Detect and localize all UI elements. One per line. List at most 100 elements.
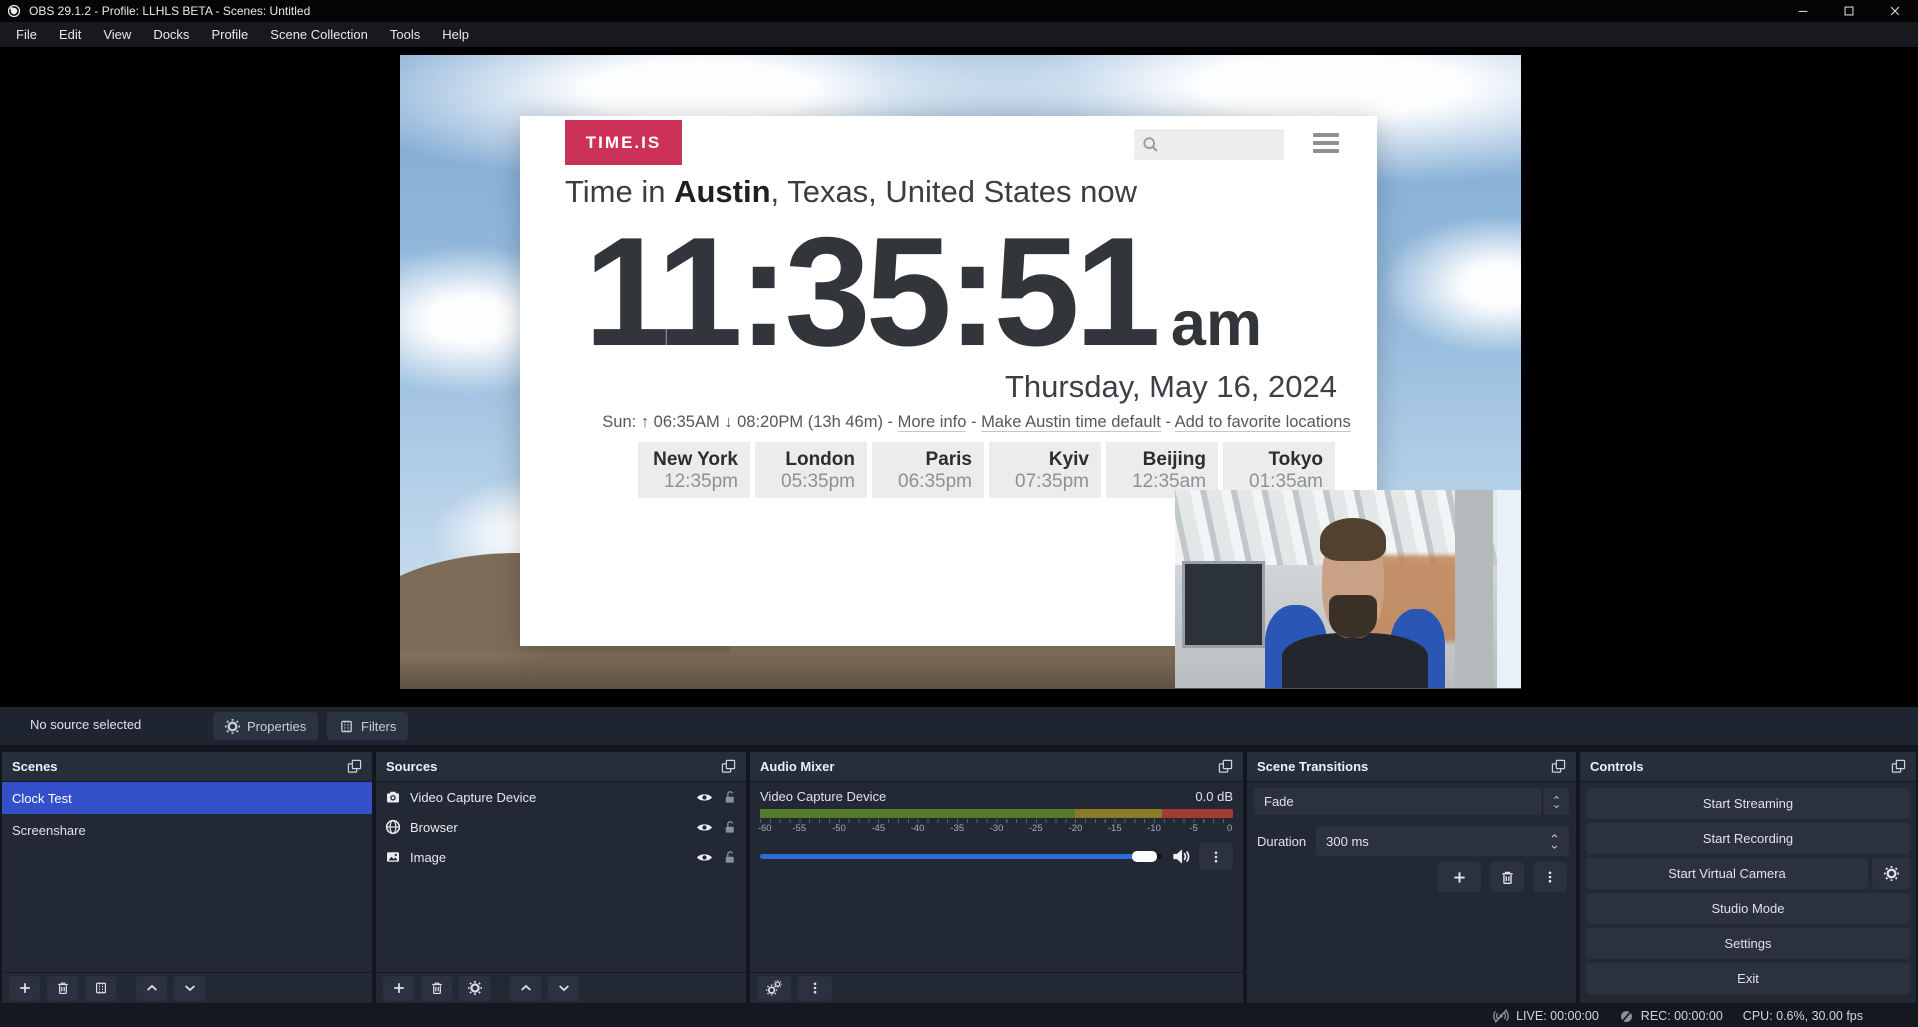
move-source-up-button[interactable]	[510, 976, 541, 1001]
source-item-browser[interactable]: Browser	[376, 812, 746, 842]
chevron-up-icon	[1549, 832, 1560, 840]
mixer-menu-button[interactable]	[798, 976, 832, 1001]
menu-profile[interactable]: Profile	[200, 27, 259, 42]
menu-docks[interactable]: Docks	[142, 27, 200, 42]
minimize-button[interactable]	[1780, 0, 1826, 22]
menu-file[interactable]: File	[5, 27, 48, 42]
scenes-toolbar	[2, 972, 372, 1003]
advanced-audio-icon	[766, 980, 782, 996]
source-label: Image	[410, 850, 687, 865]
meter-tick-labels: -60 -55 -50 -45 -40 -35 -30 -25 -20 -15 …	[760, 823, 1233, 836]
menu-edit[interactable]: Edit	[48, 27, 92, 42]
transition-select[interactable]: Fade	[1254, 788, 1569, 815]
make-default-link: Make Austin time default	[981, 413, 1161, 432]
heading-city: Austin	[674, 174, 770, 209]
timeis-clock: 11:35:51 am	[584, 214, 1262, 369]
live-status: LIVE: 00:00:00	[1493, 1008, 1599, 1024]
menu-help[interactable]: Help	[431, 27, 480, 42]
properties-button[interactable]: Properties	[213, 712, 318, 740]
start-streaming-button[interactable]: Start Streaming	[1586, 788, 1910, 819]
source-properties-button[interactable]	[459, 976, 490, 1001]
source-item-image[interactable]: Image	[376, 842, 746, 872]
scene-filters-button[interactable]	[85, 976, 116, 1001]
menu-scene-collection[interactable]: Scene Collection	[259, 27, 379, 42]
scene-item-screenshare[interactable]: Screenshare	[2, 814, 372, 846]
filters-button[interactable]: Filters	[327, 712, 408, 740]
meter-green-zone	[760, 809, 1075, 818]
eye-icon[interactable]	[696, 789, 713, 806]
add-scene-button[interactable]	[9, 976, 40, 1001]
remove-source-button[interactable]	[421, 976, 452, 1001]
image-icon	[385, 849, 401, 865]
audio-mixer-title: Audio Mixer	[760, 759, 834, 774]
close-button[interactable]	[1872, 0, 1918, 22]
minimize-icon	[1796, 4, 1810, 18]
chevron-down-icon	[183, 981, 197, 995]
controls-panel: Controls Start Streaming Start Recording…	[1580, 752, 1916, 1003]
popout-icon[interactable]	[1891, 759, 1906, 774]
start-recording-button[interactable]: Start Recording	[1586, 823, 1910, 854]
add-source-button[interactable]	[383, 976, 414, 1001]
scenes-panel-header[interactable]: Scenes	[2, 752, 372, 782]
maximize-button[interactable]	[1826, 0, 1872, 22]
meter-yellow-zone	[1075, 809, 1162, 818]
popout-icon[interactable]	[1218, 759, 1233, 774]
city-name: New York	[638, 449, 738, 471]
meter-red-zone	[1162, 809, 1233, 818]
city-name: Paris	[872, 449, 972, 471]
source-item-video-capture[interactable]: Video Capture Device	[376, 782, 746, 812]
scene-preview[interactable]: TIME.IS Time in Austin, Texas, United St…	[400, 55, 1521, 689]
plus-icon	[18, 981, 32, 995]
eye-icon[interactable]	[696, 819, 713, 836]
move-source-down-button[interactable]	[548, 976, 579, 1001]
scenes-panel: Scenes Clock Test Screenshare	[2, 752, 372, 1003]
maximize-icon	[1842, 4, 1856, 18]
transition-properties-button[interactable]	[1533, 862, 1567, 892]
city-name: Tokyo	[1223, 449, 1323, 471]
trash-icon	[430, 981, 444, 995]
popout-icon[interactable]	[1551, 759, 1566, 774]
unlock-icon[interactable]	[722, 820, 737, 835]
popout-icon[interactable]	[347, 759, 362, 774]
cpu-status: CPU: 0.6%, 30.00 fps	[1743, 1009, 1863, 1023]
popout-icon[interactable]	[721, 759, 736, 774]
sources-panel-header[interactable]: Sources	[376, 752, 746, 782]
remove-transition-button[interactable]	[1490, 862, 1524, 892]
sources-panel-title: Sources	[386, 759, 437, 774]
volume-slider-handle[interactable]	[1132, 851, 1157, 862]
volume-slider[interactable]	[760, 854, 1162, 859]
settings-button[interactable]: Settings	[1586, 928, 1910, 959]
search-icon	[1142, 136, 1159, 153]
tick-label: -5	[1190, 823, 1198, 834]
speaker-icon[interactable]	[1171, 847, 1190, 866]
eye-icon[interactable]	[696, 849, 713, 866]
start-virtual-camera-button[interactable]: Start Virtual Camera	[1586, 858, 1868, 889]
move-scene-down-button[interactable]	[174, 976, 205, 1001]
more-info-link: More info	[898, 413, 967, 432]
duration-spinbox[interactable]: 300 ms	[1316, 826, 1569, 856]
webcam-person-beard	[1329, 595, 1377, 639]
mixer-options-button[interactable]	[1199, 843, 1233, 870]
transitions-body: Fade Duration 300 ms	[1247, 782, 1576, 1003]
tick-label: -20	[1069, 823, 1083, 834]
unlock-icon[interactable]	[722, 790, 737, 805]
controls-header[interactable]: Controls	[1580, 752, 1916, 782]
unlock-icon[interactable]	[722, 850, 737, 865]
scene-item-clock-test[interactable]: Clock Test	[2, 782, 372, 814]
transition-select-arrows[interactable]	[1542, 788, 1569, 815]
globe-icon	[385, 819, 401, 835]
transitions-header[interactable]: Scene Transitions	[1247, 752, 1576, 782]
duration-spin-arrows[interactable]	[1543, 832, 1569, 851]
add-transition-button[interactable]	[1437, 862, 1481, 892]
menu-view[interactable]: View	[92, 27, 142, 42]
remove-scene-button[interactable]	[47, 976, 78, 1001]
move-scene-up-button[interactable]	[136, 976, 167, 1001]
record-icon	[1619, 1009, 1634, 1024]
controls-body: Start Streaming Start Recording Start Vi…	[1580, 782, 1916, 1003]
exit-button[interactable]: Exit	[1586, 963, 1910, 994]
studio-mode-button[interactable]: Studio Mode	[1586, 893, 1910, 924]
virtual-camera-settings-button[interactable]	[1872, 858, 1910, 889]
audio-mixer-header[interactable]: Audio Mixer	[750, 752, 1243, 782]
advanced-audio-button[interactable]	[757, 976, 791, 1001]
menu-tools[interactable]: Tools	[379, 27, 431, 42]
